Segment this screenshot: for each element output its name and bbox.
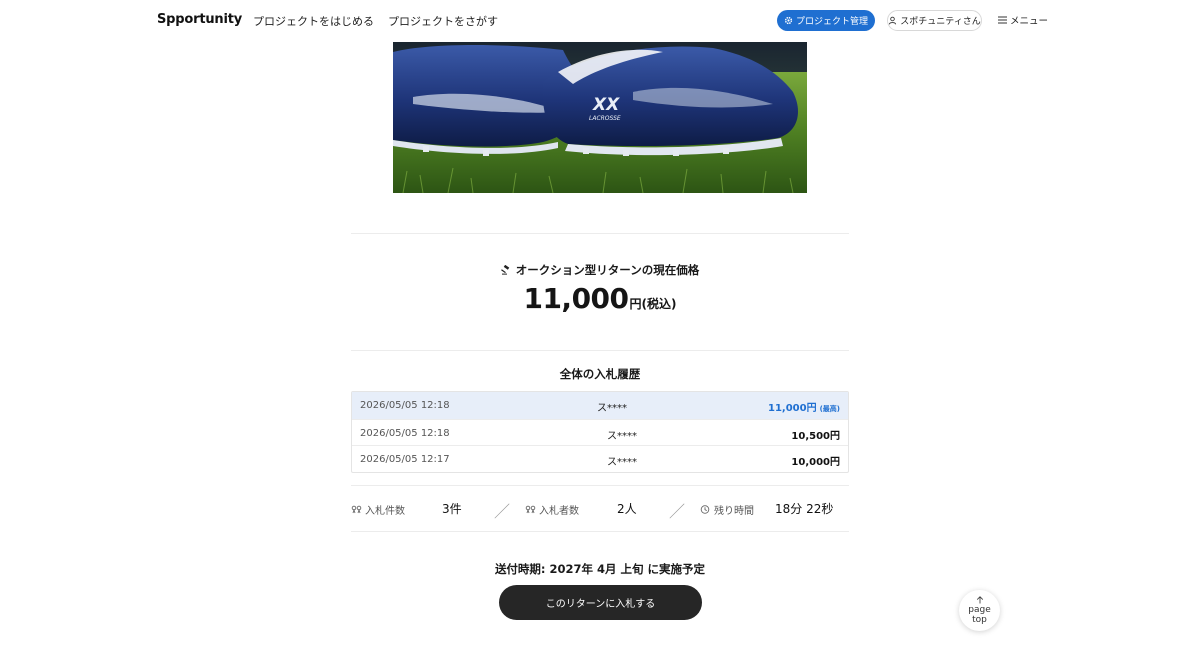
- bid-count-label-text: 入札件数: [365, 506, 405, 517]
- bid-amount: 10,500円: [791, 430, 840, 442]
- remaining-time-label-text: 残り時間: [714, 506, 754, 517]
- bidders-icon: [525, 505, 536, 514]
- gear-icon: [784, 16, 793, 25]
- bid-amount-cell: 10,000円: [791, 453, 840, 468]
- nav-start-project[interactable]: プロジェクトをはじめる: [253, 13, 374, 29]
- bidders-label-text: 入札者数: [539, 506, 579, 517]
- stat-separator: ／: [494, 502, 511, 521]
- current-price: 11,000 円(税込): [351, 282, 849, 315]
- site-logo[interactable]: Spportunity: [157, 12, 242, 27]
- user-account-button[interactable]: スポチュニティさん: [887, 10, 982, 31]
- hamburger-icon: [998, 16, 1007, 24]
- auction-stats: 入札件数 3件 ／ 入札者数 2人 ／ 残り時間 18分 22秒: [351, 498, 849, 521]
- divider: [351, 485, 849, 486]
- page-top-line2: top: [972, 615, 987, 625]
- user-name-label: スポチュニティさん: [900, 17, 981, 27]
- page-top-button[interactable]: page top: [959, 590, 1000, 631]
- remaining-time-label: 残り時間: [700, 502, 754, 517]
- current-price-amount: 11,000: [523, 282, 629, 315]
- menu-label: メニュー: [1010, 16, 1049, 27]
- bid-amount-cell: 11,000円 (最高): [768, 399, 840, 414]
- bid-count-label: 入札件数: [351, 502, 405, 517]
- clock-icon: [700, 505, 710, 514]
- bid-date: 2026/05/05 12:18: [360, 427, 450, 439]
- bid-date: 2026/05/05 12:17: [360, 454, 450, 465]
- stat-separator: ／: [669, 502, 686, 521]
- bid-count-value: 3件: [442, 502, 462, 516]
- divider: [351, 233, 849, 234]
- bid-on-return-button[interactable]: このリターンに入札する: [499, 585, 702, 620]
- divider: [351, 531, 849, 532]
- shoe-brand-text: XX: [592, 95, 620, 115]
- bid-user: ス****: [607, 430, 637, 442]
- project-manage-button[interactable]: プロジェクト管理: [777, 10, 875, 31]
- arrow-up-icon: [976, 596, 983, 604]
- bidders-value: 2人: [617, 502, 637, 516]
- site-header: Spportunity プロジェクトをはじめる プロジェクトをさがす プロジェク…: [0, 0, 1200, 42]
- project-manage-label: プロジェクト管理: [795, 17, 868, 27]
- bid-history-title: 全体の入札履歴: [559, 367, 641, 381]
- bid-user: ス****: [607, 457, 637, 468]
- bid-date: 2026/05/05 12:18: [360, 400, 450, 411]
- bidders-label: 入札者数: [525, 502, 579, 517]
- menu-button[interactable]: メニュー: [998, 13, 1048, 27]
- shipping-schedule: 送付時期: 2027年 4月 上旬 に実施予定: [494, 562, 706, 576]
- current-price-heading-text: オークション型リターンの現在価格: [515, 263, 700, 277]
- bid-amount-cell: 10,500円: [791, 427, 840, 442]
- gavel-icon: [500, 265, 510, 275]
- product-image: XX LACROSSE: [393, 42, 807, 193]
- bid-history-table: 2026/05/05 12:18 ス**** 11,000円 (最高) 2026…: [351, 391, 849, 473]
- page-top-line1: page: [968, 605, 991, 615]
- divider: [351, 350, 849, 351]
- nav-search-project[interactable]: プロジェクトをさがす: [388, 13, 498, 29]
- shoe-model-text: LACROSSE: [589, 115, 621, 122]
- bid-count-icon: [351, 505, 362, 514]
- current-price-heading: オークション型リターンの現在価格: [351, 262, 849, 278]
- remaining-time-value: 18分 22秒: [775, 502, 834, 516]
- current-price-suffix: 円(税込): [629, 297, 677, 311]
- bid-row: 2026/05/05 12:17 ス**** 10,000円: [352, 445, 848, 472]
- user-icon: [889, 16, 897, 25]
- bid-row: 2026/05/05 12:18 ス**** 10,500円: [352, 418, 848, 446]
- bid-user: ス****: [597, 403, 627, 414]
- bid-row: 2026/05/05 12:18 ス**** 11,000円 (最高): [352, 392, 848, 419]
- highest-bid-badge: (最高): [819, 405, 840, 413]
- bid-amount: 11,000円: [768, 403, 817, 414]
- bid-amount: 10,000円: [791, 457, 840, 468]
